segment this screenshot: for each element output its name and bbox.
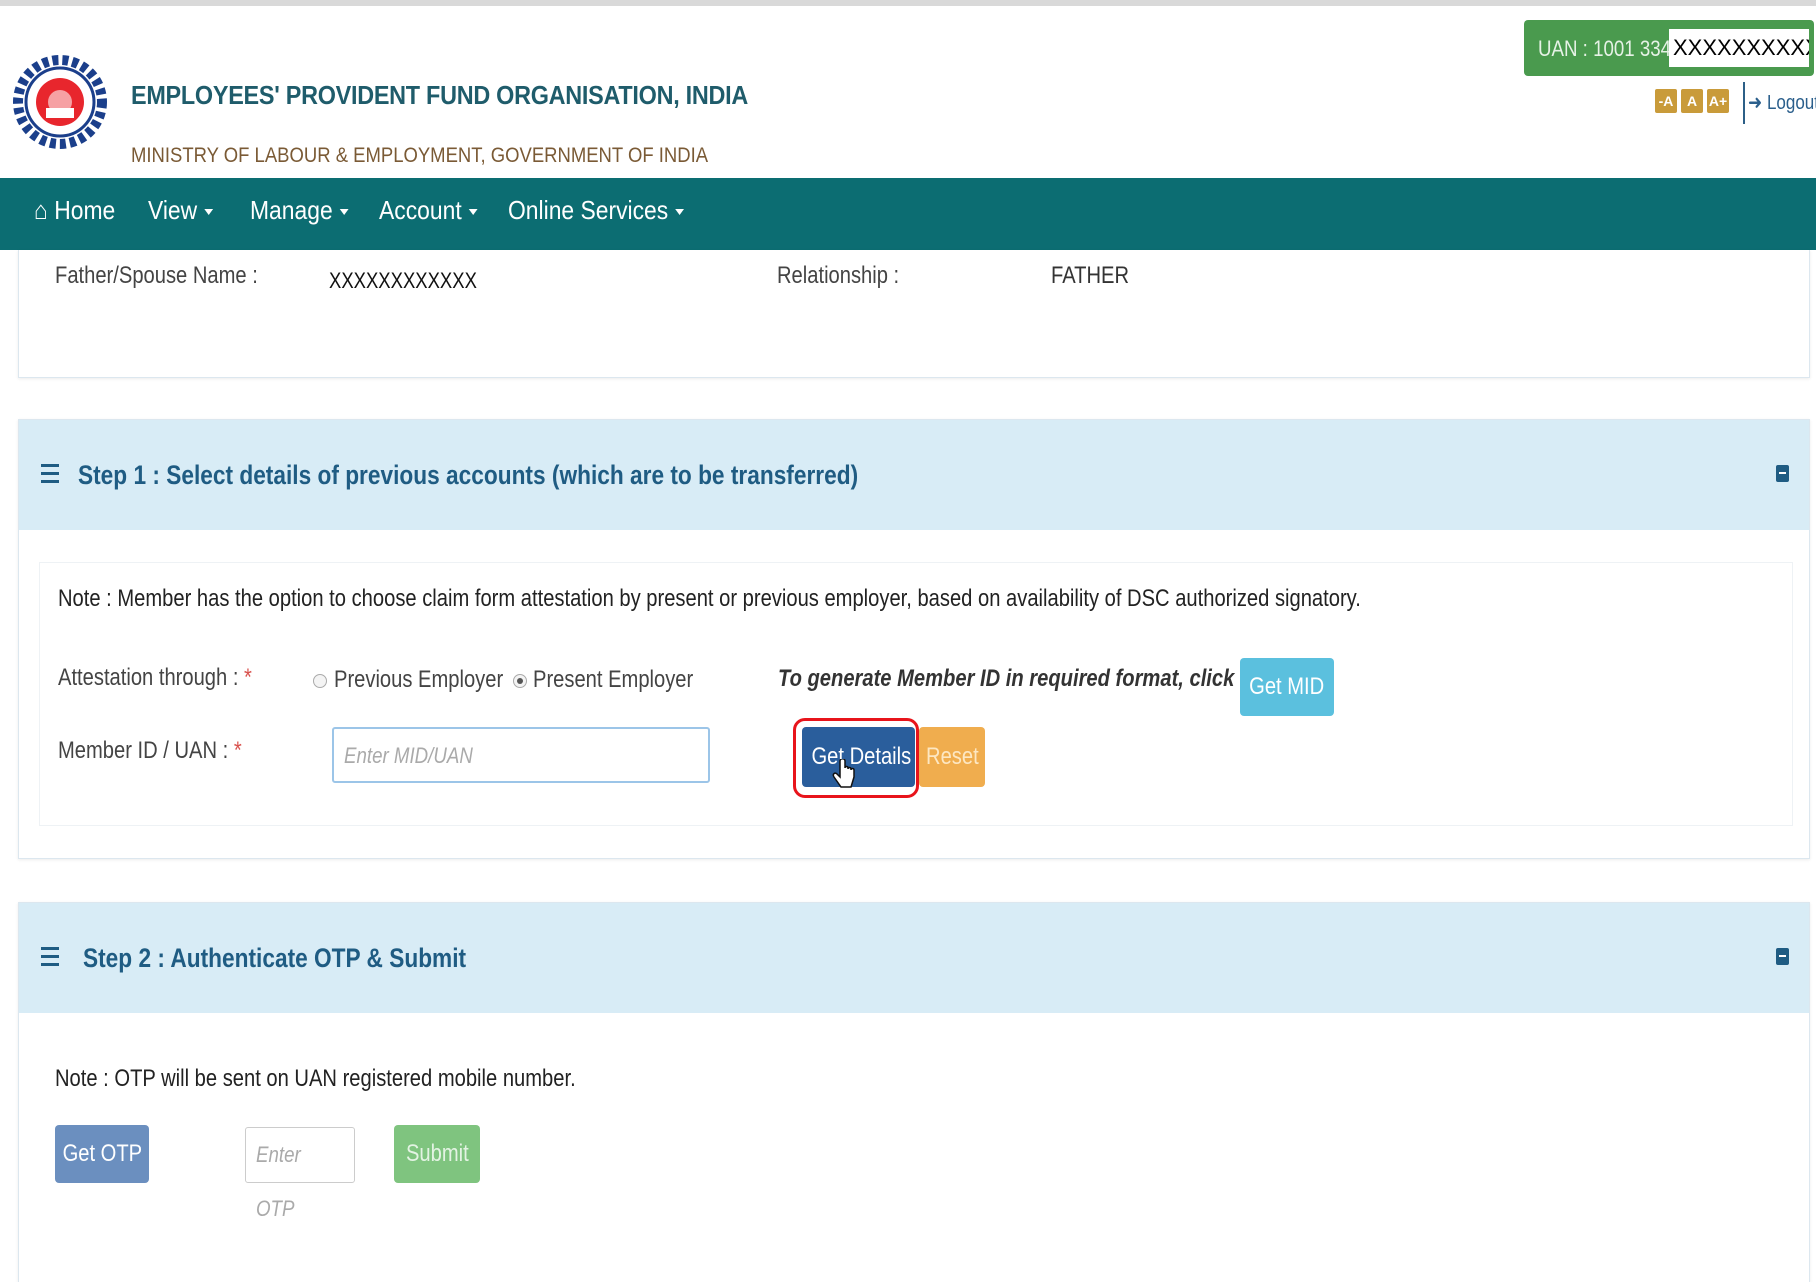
font-decrease-button[interactable]: -A <box>1655 89 1677 113</box>
submit-button[interactable]: Submit <box>394 1125 480 1183</box>
font-size-controls: -A A A+ <box>1655 89 1729 113</box>
step1-header[interactable]: Step 1 : Select details of previous acco… <box>19 420 1809 530</box>
logout-label: Logout <box>1766 92 1816 114</box>
member-id-input[interactable]: Enter MID/UAN <box>332 727 710 783</box>
step2-panel: Step 2 : Authenticate OTP & Submit Note … <box>18 902 1810 1282</box>
chevron-down-icon <box>339 209 349 216</box>
reset-button[interactable]: Reset <box>919 727 985 787</box>
step2-note: Note : OTP will be sent on UAN registere… <box>55 1065 576 1092</box>
radio-present-employer[interactable] <box>513 674 527 688</box>
header-divider <box>1743 82 1745 124</box>
uan-number-masked: XXXXXXXXXXX <box>1669 29 1809 67</box>
logout-icon: ➜ <box>1748 92 1763 114</box>
chevron-down-icon <box>204 209 214 216</box>
reset-label: Reset <box>925 743 979 770</box>
mid-hint-text: To generate Member ID in required format… <box>778 665 1235 692</box>
hand-cursor-icon <box>832 759 855 788</box>
nav-online-services[interactable]: Online Services <box>508 178 685 250</box>
nav-account-label: Account <box>379 195 462 225</box>
nav-home-label: Home <box>54 195 116 225</box>
uan-badge: UAN : 1001 3341 XXXXXXXXXXX <box>1524 20 1814 76</box>
step1-panel: Step 1 : Select details of previous acco… <box>18 419 1810 859</box>
member-id-label: Member ID / UAN : * <box>58 737 242 764</box>
font-increase-button[interactable]: A+ <box>1707 89 1729 113</box>
present-employer-label: Present Employer <box>533 666 694 693</box>
nav-online-services-label: Online Services <box>508 195 669 225</box>
nav-manage-label: Manage <box>250 195 333 225</box>
otp-placeholder: Enter OTP <box>256 1142 301 1221</box>
get-mid-button[interactable]: Get MID <box>1240 658 1334 716</box>
get-otp-button[interactable]: Get OTP <box>55 1125 149 1183</box>
site-header: EMPLOYEES' PROVIDENT FUND ORGANISATION, … <box>0 0 1816 178</box>
menu-icon <box>41 464 59 484</box>
logout-link[interactable]: ➜ Logout <box>1748 90 1816 115</box>
get-mid-label: Get MID <box>1249 673 1325 700</box>
chevron-down-icon <box>468 209 478 216</box>
required-mark: * <box>244 664 252 691</box>
member-id-placeholder: Enter MID/UAN <box>344 743 473 768</box>
nav-manage[interactable]: Manage <box>250 178 349 250</box>
menu-icon <box>41 947 59 967</box>
get-details-button[interactable]: Get Details <box>802 727 915 787</box>
member-details-panel: Father/Spouse Name : XXXXXXXXXXXX Relati… <box>18 250 1810 378</box>
ministry-subtitle: MINISTRY OF LABOUR & EMPLOYMENT, GOVERNM… <box>131 144 709 167</box>
father-spouse-value: XXXXXXXXXXXX <box>329 268 477 293</box>
step1-title: Step 1 : Select details of previous acco… <box>78 460 859 490</box>
radio-previous-employer[interactable] <box>313 674 327 688</box>
chevron-down-icon <box>675 209 685 216</box>
step2-title: Step 2 : Authenticate OTP & Submit <box>83 943 467 973</box>
font-normal-button[interactable]: A <box>1681 89 1703 113</box>
nav-view-label: View <box>148 195 198 225</box>
main-navbar: ⌂ Home View Manage Account Online Servic… <box>0 178 1816 250</box>
epfo-logo-icon <box>13 55 107 149</box>
nav-account[interactable]: Account <box>379 178 478 250</box>
get-details-label: Get Details <box>811 743 912 770</box>
uan-label: UAN : 1001 3341 <box>1538 36 1682 61</box>
father-spouse-label: Father/Spouse Name : <box>55 262 258 289</box>
submit-label: Submit <box>405 1140 469 1167</box>
relationship-value: FATHER <box>1051 262 1130 289</box>
relationship-label: Relationship : <box>777 262 900 289</box>
required-mark: * <box>233 737 242 764</box>
nav-home[interactable]: ⌂ Home <box>34 178 115 250</box>
step2-header[interactable]: Step 2 : Authenticate OTP & Submit <box>19 903 1809 1013</box>
nav-view[interactable]: View <box>148 178 214 250</box>
attestation-label: Attestation through : * <box>58 664 252 691</box>
org-title: EMPLOYEES' PROVIDENT FUND ORGANISATION, … <box>131 80 749 110</box>
step1-note: Note : Member has the option to choose c… <box>58 585 1361 612</box>
get-otp-label: Get OTP <box>62 1140 143 1167</box>
previous-employer-label: Previous Employer <box>334 666 504 693</box>
home-icon: ⌂ <box>34 195 48 225</box>
step1-form-box: Note : Member has the option to choose c… <box>39 562 1793 826</box>
collapse-icon[interactable] <box>1776 465 1789 482</box>
otp-input[interactable]: Enter OTP <box>245 1127 355 1221</box>
collapse-icon[interactable] <box>1776 948 1789 965</box>
